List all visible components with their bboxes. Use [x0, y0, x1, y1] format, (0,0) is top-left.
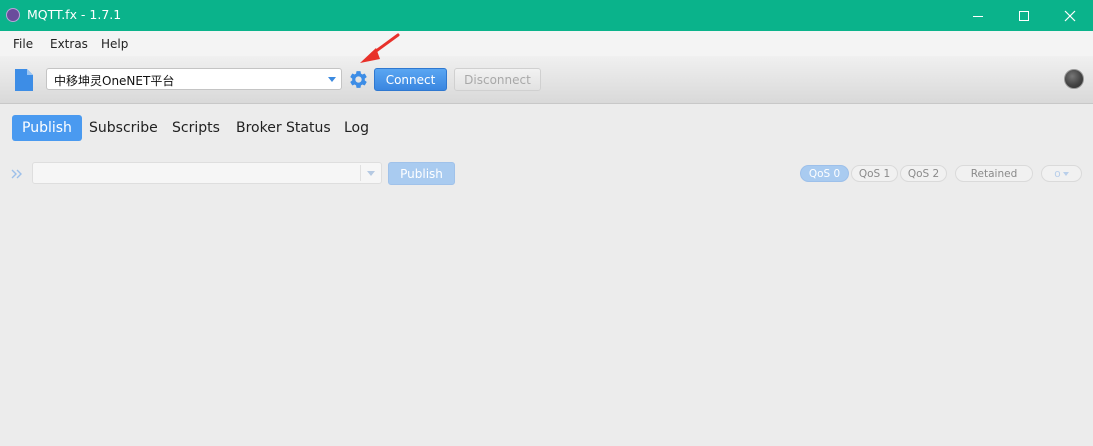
connection-profile-value: 中移坤灵OneNET平台 — [54, 74, 175, 88]
qos-0-toggle[interactable]: QoS 0 — [800, 165, 849, 182]
topic-input-divider — [360, 165, 361, 181]
options-dropdown[interactable]: o — [1041, 165, 1082, 182]
publish-button[interactable]: Publish — [388, 162, 455, 185]
chevron-down-icon — [1062, 171, 1069, 176]
chevron-down-icon[interactable] — [367, 171, 375, 176]
publish-toolbar: Publish QoS 0 QoS 1 QoS 2 Retained o — [0, 160, 1093, 188]
menu-bar: File Extras Help — [0, 31, 1093, 56]
connection-toolbar: 中移坤灵OneNET平台 Connect Disconnect — [0, 56, 1093, 104]
connection-status-indicator — [1064, 69, 1084, 89]
tab-broker-status[interactable]: Broker Status — [226, 115, 341, 141]
close-icon — [1064, 10, 1076, 21]
title-bar: MQTT.fx - 1.7.1 — [0, 0, 1093, 31]
tab-log[interactable]: Log — [334, 115, 379, 141]
retained-toggle[interactable]: Retained — [955, 165, 1033, 182]
publish-topic-input[interactable] — [32, 162, 382, 184]
app-logo-icon — [6, 8, 20, 22]
menu-extras[interactable]: Extras — [50, 37, 88, 51]
window-title: MQTT.fx - 1.7.1 — [27, 7, 122, 22]
options-label: o — [1054, 167, 1061, 180]
maximize-icon — [1019, 10, 1029, 21]
minimize-icon — [973, 15, 983, 17]
tab-subscribe[interactable]: Subscribe — [79, 115, 168, 141]
tab-scripts[interactable]: Scripts — [162, 115, 230, 141]
tab-publish[interactable]: Publish — [12, 115, 82, 141]
main-tabs: Publish Subscribe Scripts Broker Status … — [0, 103, 1093, 151]
new-profile-file-icon[interactable] — [14, 68, 34, 92]
qos-2-toggle[interactable]: QoS 2 — [900, 165, 947, 182]
disconnect-button[interactable]: Disconnect — [454, 68, 541, 91]
menu-help[interactable]: Help — [101, 37, 128, 51]
close-button[interactable] — [1047, 0, 1093, 31]
chevron-double-right-icon[interactable] — [11, 168, 23, 180]
connect-button[interactable]: Connect — [374, 68, 447, 91]
gear-icon[interactable] — [348, 69, 369, 90]
minimize-button[interactable] — [955, 0, 1001, 31]
annotation-arrow-icon — [360, 33, 400, 63]
qos-1-toggle[interactable]: QoS 1 — [851, 165, 898, 182]
chevron-down-icon — [328, 77, 336, 82]
maximize-button[interactable] — [1001, 0, 1047, 31]
menu-file[interactable]: File — [13, 37, 33, 51]
publish-message-area[interactable] — [0, 192, 1093, 446]
connection-profile-select[interactable]: 中移坤灵OneNET平台 — [46, 68, 342, 90]
